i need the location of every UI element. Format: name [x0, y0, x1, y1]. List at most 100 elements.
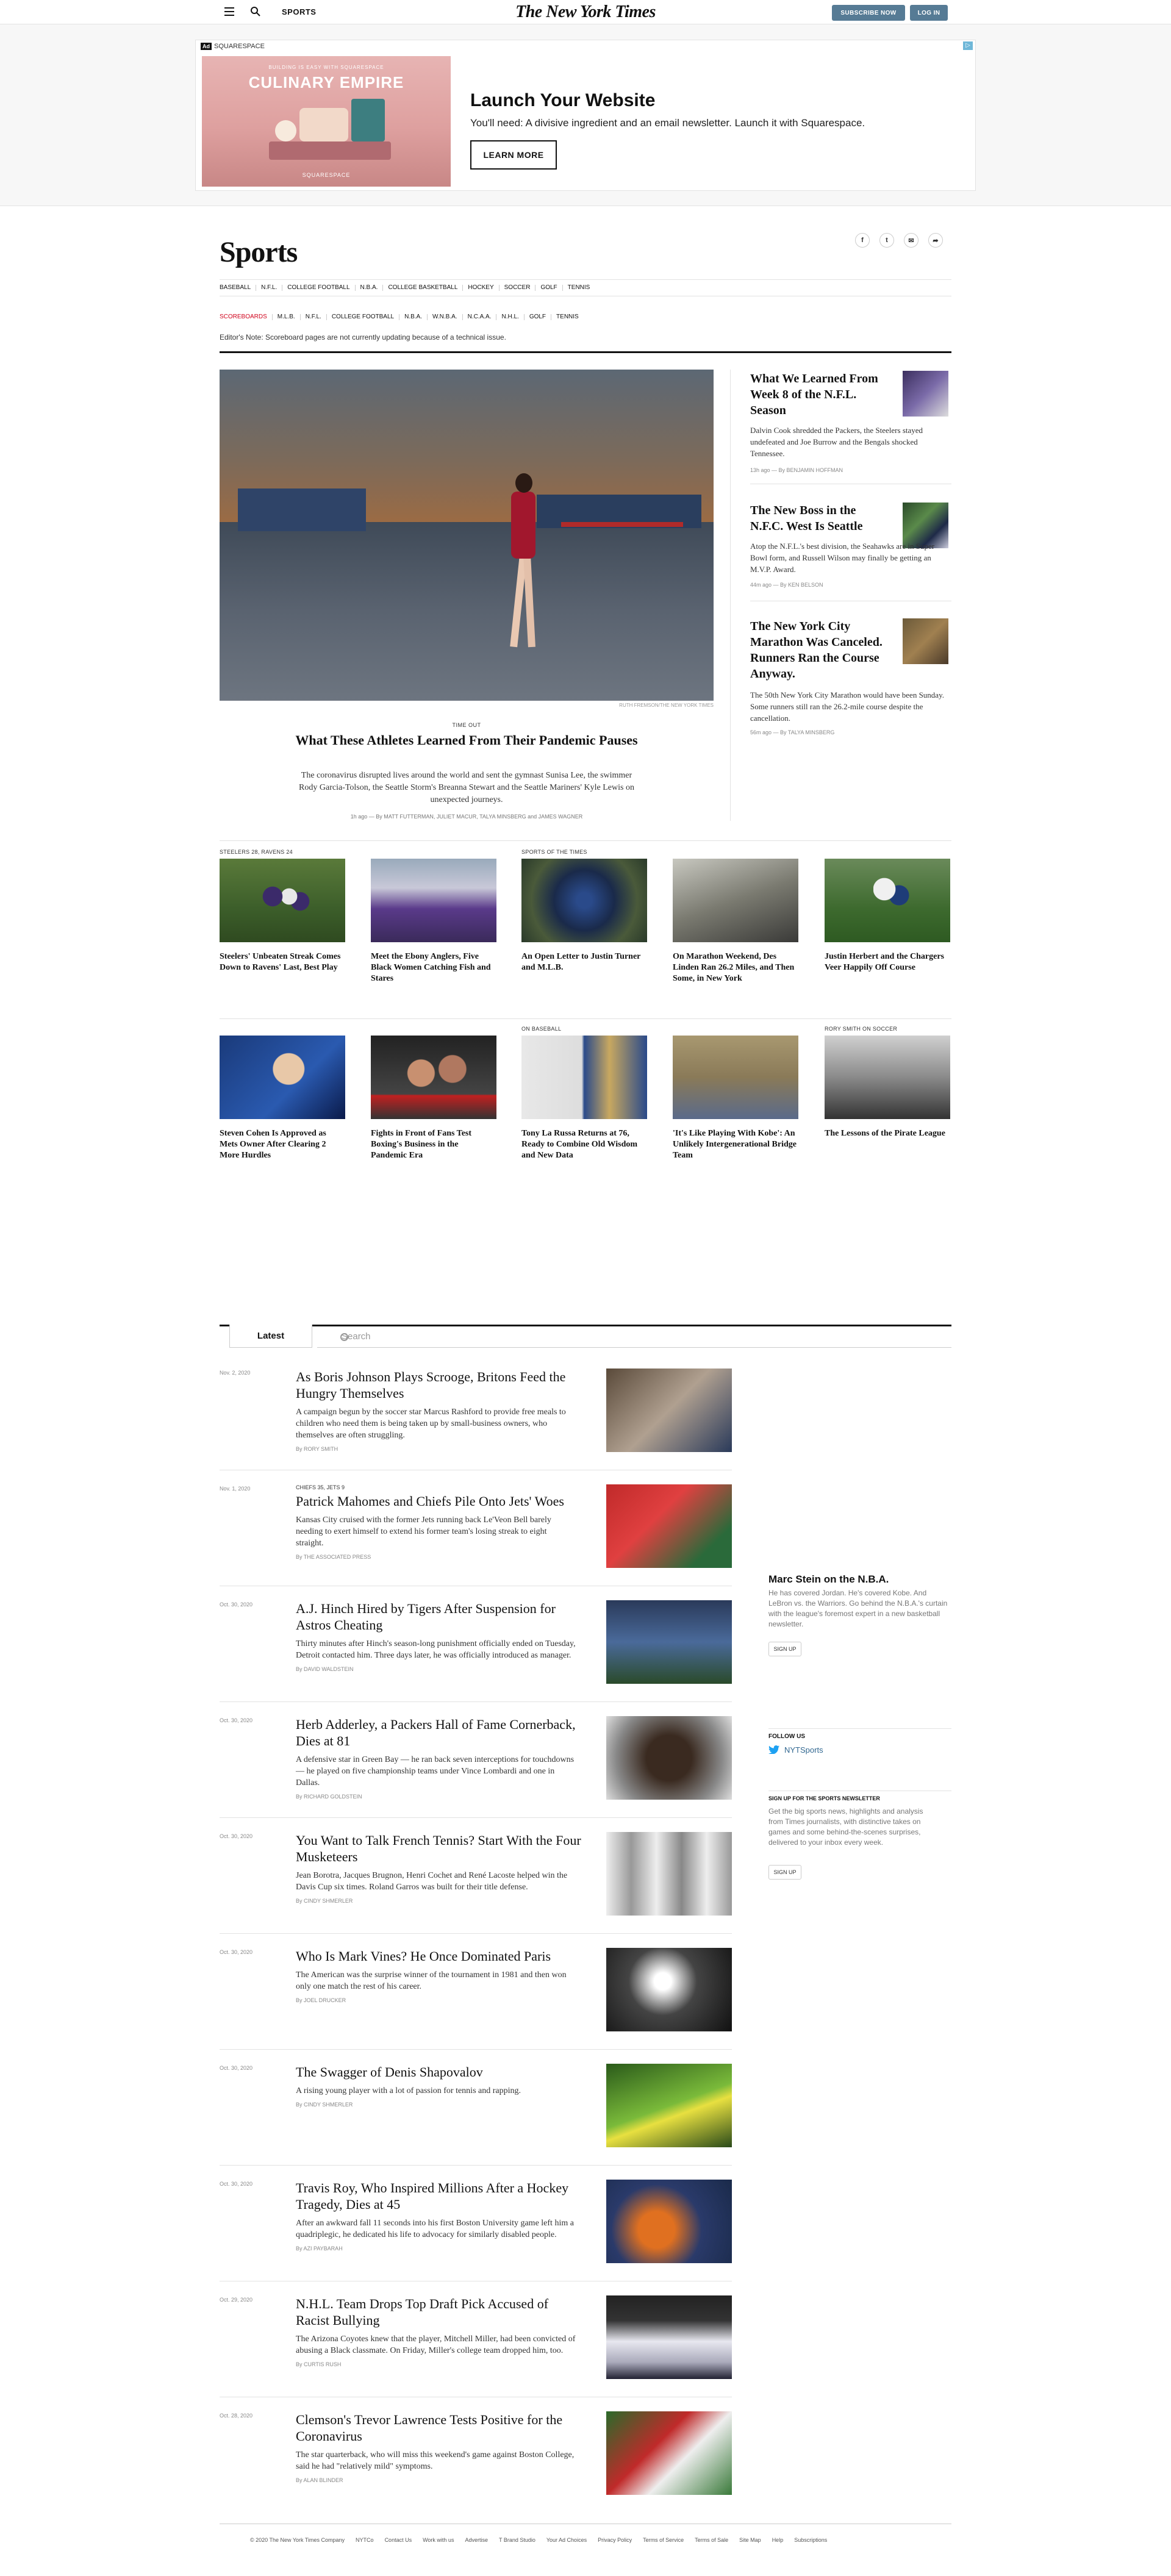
scoreboard-college-football[interactable]: COLLEGE FOOTBALL: [327, 314, 400, 320]
scoreboard-nba[interactable]: N.B.A.: [399, 314, 428, 320]
ad-choices-icon[interactable]: ▷: [963, 41, 973, 50]
nav-baseball[interactable]: BASEBALL: [220, 285, 257, 291]
search-input[interactable]: Search: [317, 1326, 951, 1348]
ad-learn-more-button[interactable]: LEARN MORE: [470, 140, 557, 170]
nav-college-basketball[interactable]: COLLEGE BASKETBALL: [383, 285, 464, 291]
right-story[interactable]: What We Learned From Week 8 of the N.F.L…: [750, 371, 951, 474]
story-headline[interactable]: You Want to Talk French Tennis? Start Wi…: [296, 1832, 582, 1865]
story-headline[interactable]: The Swagger of Denis Shapovalov: [296, 2064, 582, 2080]
footer-link[interactable]: Advertise: [465, 2537, 488, 2543]
footer-link[interactable]: Contact Us: [385, 2537, 412, 2543]
section-label[interactable]: SPORTS: [282, 7, 316, 16]
story-thumbnail[interactable]: [903, 618, 948, 664]
nav-college-football[interactable]: COLLEGE FOOTBALL: [282, 285, 356, 291]
story-image[interactable]: [606, 1832, 732, 1916]
story-headline[interactable]: On Marathon Weekend, Des Linden Ran 26.2…: [673, 951, 798, 984]
story-image[interactable]: [673, 859, 798, 942]
story-headline[interactable]: 'It's Like Playing With Kobe': An Unlike…: [673, 1128, 798, 1161]
story-image[interactable]: [606, 1600, 732, 1684]
nav-soccer[interactable]: SOCCER: [500, 285, 536, 291]
twitter-icon[interactable]: t: [879, 233, 894, 248]
story-headline[interactable]: Meet the Ebony Anglers, Five Black Women…: [371, 951, 496, 984]
subscribe-button[interactable]: SUBSCRIBE NOW: [832, 5, 905, 21]
story-headline[interactable]: Travis Roy, Who Inspired Millions After …: [296, 2180, 582, 2213]
latest-item[interactable]: Oct. 28, 2020 Clemson's Trevor Lawrence T…: [220, 2411, 732, 2503]
story-image[interactable]: [606, 1484, 732, 1568]
footer-link[interactable]: Terms of Sale: [695, 2537, 728, 2543]
share-icon[interactable]: ➦: [928, 233, 943, 248]
story-headline[interactable]: What We Learned From Week 8 of the N.F.L…: [750, 371, 890, 418]
story-headline[interactable]: The New Boss in the N.F.C. West Is Seatt…: [750, 503, 890, 534]
scoreboard-golf[interactable]: GOLF: [525, 314, 552, 320]
story-image[interactable]: [825, 1036, 950, 1119]
story-headline[interactable]: The Lessons of the Pirate League: [825, 1128, 950, 1139]
story-image[interactable]: [606, 2411, 732, 2495]
lead-story-image[interactable]: [220, 370, 714, 701]
footer-link[interactable]: Subscriptions: [794, 2537, 827, 2543]
story-headline[interactable]: Tony La Russa Returns at 76, Ready to Co…: [521, 1128, 647, 1161]
story-image[interactable]: [606, 1368, 732, 1452]
story-image[interactable]: [606, 1948, 732, 2031]
story-kicker[interactable]: ON BASEBALL: [521, 1026, 561, 1032]
newsletter-title[interactable]: Marc Stein on the N.B.A.: [768, 1573, 889, 1586]
story-image[interactable]: [220, 859, 345, 942]
story-image[interactable]: [825, 859, 950, 942]
latest-item[interactable]: Oct. 30, 2020 Travis Roy, Who Inspired Mi…: [220, 2180, 732, 2271]
latest-item[interactable]: Oct. 30, 2020 You Want to Talk French Ten…: [220, 1832, 732, 1923]
tab-latest[interactable]: Latest: [229, 1325, 312, 1348]
story-headline[interactable]: Herb Adderley, a Packers Hall of Fame Co…: [296, 1716, 582, 1749]
story-image[interactable]: [606, 2064, 732, 2147]
lead-kicker[interactable]: TIME OUT: [220, 722, 714, 728]
footer-link[interactable]: Site Map: [739, 2537, 761, 2543]
login-button[interactable]: LOG IN: [910, 5, 948, 21]
scoreboard-wnba[interactable]: W.N.B.A.: [428, 314, 463, 320]
story-image[interactable]: [606, 2180, 732, 2263]
story-headline[interactable]: Patrick Mahomes and Chiefs Pile Onto Jet…: [296, 1493, 582, 1509]
story-image[interactable]: [371, 859, 496, 942]
nav-nfl[interactable]: N.F.L.: [256, 285, 283, 291]
latest-item[interactable]: Nov. 1, 2020 CHIEFS 35, JETS 9 Patrick Mah…: [220, 1484, 732, 1576]
latest-item[interactable]: Nov. 2, 2020 As Boris Johnson Plays Scroo…: [220, 1368, 732, 1460]
footer-link[interactable]: Privacy Policy: [598, 2537, 632, 2543]
signup-button[interactable]: SIGN UP: [768, 1865, 801, 1880]
story-headline[interactable]: N.H.L. Team Drops Top Draft Pick Accused…: [296, 2295, 582, 2328]
story-headline[interactable]: Steelers' Unbeaten Streak Comes Down to …: [220, 951, 345, 973]
story-image[interactable]: [606, 2295, 732, 2379]
latest-item[interactable]: Oct. 30, 2020 A.J. Hinch Hired by Tigers …: [220, 1600, 732, 1692]
nav-nba[interactable]: N.B.A.: [356, 285, 384, 291]
footer-link[interactable]: Terms of Service: [643, 2537, 684, 2543]
footer-link[interactable]: Your Ad Choices: [546, 2537, 587, 2543]
story-headline[interactable]: Fights in Front of Fans Test Boxing's Bu…: [371, 1128, 496, 1161]
latest-item[interactable]: Oct. 30, 2020 Herb Adderley, a Packers Ha…: [220, 1716, 732, 1808]
footer-link[interactable]: Help: [772, 2537, 784, 2543]
nav-scoreboards[interactable]: SCOREBOARDS: [220, 314, 273, 320]
story-headline[interactable]: A.J. Hinch Hired by Tigers After Suspens…: [296, 1600, 582, 1633]
story-kicker[interactable]: SPORTS OF THE TIMES: [521, 849, 587, 855]
scoreboard-ncaa[interactable]: N.C.A.A.: [463, 314, 497, 320]
twitter-handle[interactable]: NYTSports: [784, 1745, 823, 1755]
scoreboard-tennis[interactable]: TENNIS: [551, 314, 584, 320]
lead-headline[interactable]: What These Athletes Learned From Their P…: [287, 732, 646, 749]
signup-button[interactable]: SIGN UP: [768, 1642, 801, 1656]
footer-link[interactable]: Work with us: [423, 2537, 454, 2543]
story-image[interactable]: [371, 1036, 496, 1119]
latest-item[interactable]: Oct. 30, 2020 The Swagger of Denis Shapov…: [220, 2064, 732, 2155]
story-kicker[interactable]: STEELERS 28, RAVENS 24: [220, 849, 293, 855]
right-story[interactable]: The New Boss in the N.F.C. West Is Seatt…: [750, 503, 951, 588]
scoreboard-nhl[interactable]: N.H.L.: [496, 314, 525, 320]
footer-link[interactable]: NYTCo: [356, 2537, 374, 2543]
latest-item[interactable]: Oct. 30, 2020 Who Is Mark Vines? He Once …: [220, 1948, 732, 2039]
story-headline[interactable]: The New York City Marathon Was Canceled.…: [750, 618, 890, 682]
nav-golf[interactable]: GOLF: [535, 285, 563, 291]
story-image[interactable]: [521, 859, 647, 942]
nav-hockey[interactable]: HOCKEY: [463, 285, 500, 291]
scoreboard-mlb[interactable]: M.L.B.: [273, 314, 301, 320]
story-headline[interactable]: Who Is Mark Vines? He Once Dominated Par…: [296, 1948, 582, 1964]
ad-banner[interactable]: Ad SQUARESPACE ▷ BUILDING IS EASY WITH SQ…: [195, 40, 976, 191]
story-headline[interactable]: An Open Letter to Justin Turner and M.L.…: [521, 951, 647, 973]
facebook-icon[interactable]: f: [855, 233, 870, 248]
story-image[interactable]: [673, 1036, 798, 1119]
story-image[interactable]: [606, 1716, 732, 1800]
menu-icon[interactable]: [224, 7, 234, 16]
scoreboard-nfl[interactable]: N.F.L.: [301, 314, 327, 320]
